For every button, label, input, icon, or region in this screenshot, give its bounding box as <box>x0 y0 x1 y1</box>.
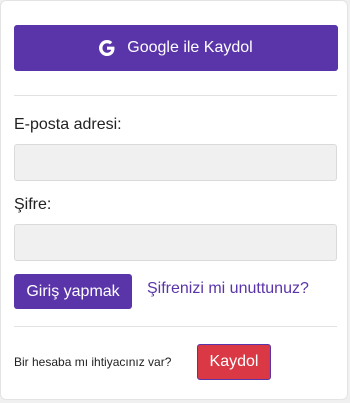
divider <box>14 95 337 96</box>
email-field[interactable] <box>14 144 337 181</box>
login-button[interactable]: Giriş yapmak <box>14 274 132 309</box>
google-icon <box>99 40 115 56</box>
email-label: E-posta adresi: <box>14 116 122 133</box>
divider <box>14 326 337 327</box>
need-account-text: Bir hesaba mı ihtiyacınız var? <box>14 355 172 369</box>
login-card: Google ile Kaydol E-posta adresi: Şifre:… <box>0 0 348 400</box>
password-label: Şifre: <box>14 196 52 213</box>
forgot-password-link[interactable]: Şifrenizi mi unuttunuz? <box>147 280 309 298</box>
google-signup-button[interactable]: Google ile Kaydol <box>14 25 338 71</box>
signup-button[interactable]: Kaydol <box>197 344 271 380</box>
google-signup-label: Google ile Kaydol <box>127 39 253 56</box>
password-field[interactable] <box>14 224 337 261</box>
